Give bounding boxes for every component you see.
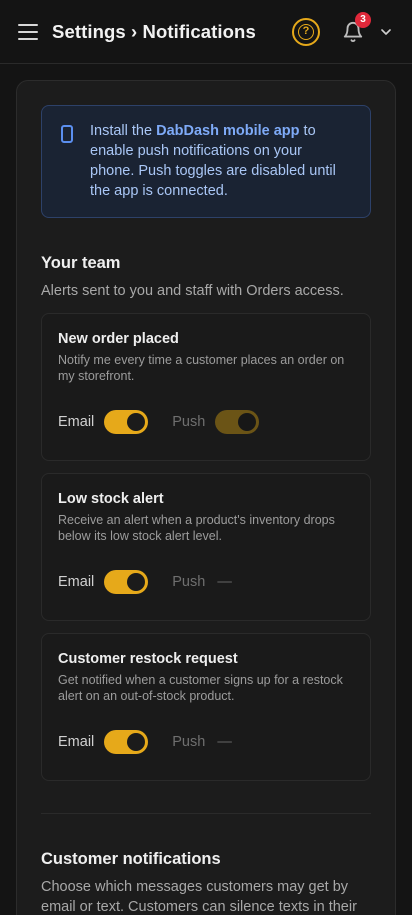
push-group: Push — [172, 574, 232, 590]
alert-title: New order placed [58, 331, 179, 347]
top-bar-actions: ? 3 [292, 11, 396, 46]
help-button[interactable]: ? [292, 17, 320, 46]
app-link[interactable]: DabDash mobile app [156, 123, 299, 139]
push-label: Push [172, 414, 206, 430]
channel-toggles: Email Push — [58, 570, 232, 594]
channel-toggles: Email Push [58, 410, 260, 434]
account-menu-toggle[interactable] [376, 22, 396, 42]
alert-restock-request: Customer restock request Get notified wh… [41, 633, 371, 781]
section-divider [41, 813, 371, 814]
toggle-knob [127, 733, 146, 751]
alert-low-stock: Low stock alert Receive an alert when a … [41, 473, 371, 621]
alert-description: Notify me every time a customer places a… [58, 353, 345, 383]
notifications-card: Install the DabDash mobile app to enable… [16, 80, 396, 915]
team-section-subtitle: Alerts sent to you and staff with Orders… [41, 283, 344, 299]
alert-description: Receive an alert when a product's invent… [58, 513, 335, 543]
customer-section-subtitle: Choose which messages customers may get … [41, 879, 357, 915]
email-label: Email [58, 414, 95, 430]
email-label: Email [58, 574, 95, 590]
top-bar: Settings › Notifications ? 3 [0, 0, 412, 64]
push-label: Push [172, 734, 206, 750]
menu-icon[interactable] [18, 23, 38, 40]
notification-count-badge: 3 [355, 11, 371, 28]
email-toggle[interactable] [104, 410, 149, 434]
email-toggle[interactable] [104, 730, 149, 754]
email-label: Email [58, 734, 95, 750]
push-label: Push [172, 574, 206, 590]
push-toggle [215, 410, 260, 434]
toggle-knob [238, 413, 257, 431]
channel-toggles: Email Push — [58, 730, 232, 754]
alert-new-order: New order placed Notify me every time a … [41, 313, 371, 461]
alert-title: Low stock alert [58, 491, 164, 507]
customer-section-title: Customer notifications [41, 850, 221, 868]
phone-icon [61, 125, 73, 143]
toggle-knob [127, 573, 146, 591]
toggle-knob [127, 413, 146, 431]
question-icon: ? [298, 23, 314, 40]
alert-title: Customer restock request [58, 651, 238, 667]
alert-description: Get notified when a customer signs up fo… [58, 673, 343, 703]
push-group: Push — [172, 734, 232, 750]
push-unavailable: — [217, 734, 232, 750]
notifications-button[interactable]: 3 [342, 11, 371, 43]
push-unavailable: — [217, 574, 232, 590]
email-toggle[interactable] [104, 570, 149, 594]
install-app-banner: Install the DabDash mobile app to enable… [41, 105, 371, 218]
banner-text-prefix: Install the [90, 123, 157, 139]
page-title: Settings › Notifications [52, 20, 256, 42]
push-group: Push [172, 410, 260, 434]
team-section-title: Your team [41, 254, 121, 272]
chevron-down-icon [381, 28, 391, 35]
